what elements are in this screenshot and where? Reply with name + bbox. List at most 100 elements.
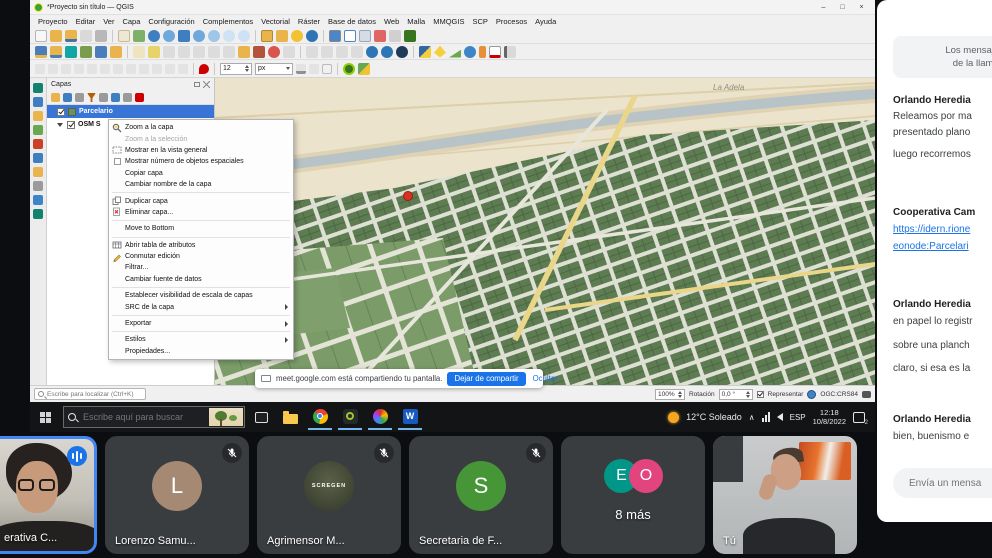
context-menu-item-copy-layer[interactable]: Copiar capa bbox=[109, 168, 293, 179]
context-menu-item-properties[interactable]: Propiedades... bbox=[109, 346, 293, 357]
task-view-icon[interactable] bbox=[255, 412, 268, 423]
weather-sun-icon[interactable] bbox=[668, 412, 679, 423]
maximize-button[interactable]: □ bbox=[833, 0, 852, 14]
cut-features-icon[interactable] bbox=[223, 46, 235, 58]
filter-legend-icon[interactable] bbox=[87, 93, 96, 102]
orange-figure-icon[interactable] bbox=[479, 46, 486, 58]
context-menu-item-rename-layer[interactable]: Cambiar nombre de la capa bbox=[109, 179, 293, 190]
new-project-icon[interactable] bbox=[35, 30, 47, 42]
zoom-in-icon[interactable] bbox=[148, 30, 160, 42]
font-size-spinner[interactable]: 12 bbox=[220, 63, 252, 75]
context-menu-item-filter[interactable]: Filtrar... bbox=[109, 262, 293, 273]
menu-scp[interactable]: SCP bbox=[468, 17, 491, 26]
close-button[interactable]: × bbox=[852, 0, 871, 14]
temporal-controller-icon[interactable] bbox=[291, 30, 303, 42]
delete-selected-icon[interactable] bbox=[208, 46, 220, 58]
chat-link[interactable]: https://idern.rione bbox=[893, 224, 992, 235]
layout-icon[interactable] bbox=[33, 167, 43, 177]
open-project-icon[interactable] bbox=[50, 30, 62, 42]
form-annotation-icon[interactable] bbox=[33, 153, 43, 163]
manage-map-themes-icon[interactable] bbox=[75, 93, 84, 102]
checkbox-icon[interactable] bbox=[114, 158, 121, 165]
context-menu-item-open-attribute-table[interactable]: Abrir tabla de atributos bbox=[109, 240, 293, 251]
participant-tile-agrimensor[interactable]: SCREGEN Agrimensor M... bbox=[257, 436, 401, 554]
map-canvas[interactable]: La Adela bbox=[215, 78, 875, 385]
context-menu-item-duplicate-layer[interactable]: Duplicar capa bbox=[109, 195, 293, 206]
zoom-out-icon[interactable] bbox=[163, 30, 175, 42]
pan-map-icon[interactable] bbox=[118, 30, 130, 42]
web-globe-lock-icon[interactable] bbox=[381, 46, 393, 58]
copy-features-icon[interactable] bbox=[238, 46, 250, 58]
menu-configuracion[interactable]: Configuración bbox=[144, 17, 198, 26]
label-tool-icon[interactable] bbox=[152, 64, 162, 74]
font-color-icon[interactable] bbox=[296, 64, 306, 74]
label-tool-icon[interactable] bbox=[87, 64, 97, 74]
locator-input[interactable] bbox=[47, 391, 142, 398]
refresh-icon[interactable] bbox=[306, 30, 318, 42]
menu-procesos[interactable]: Procesos bbox=[492, 17, 531, 26]
grayed-plugin-icon[interactable] bbox=[351, 46, 363, 58]
green-magnifier-icon[interactable] bbox=[343, 63, 355, 75]
context-menu-item-change-data-source[interactable]: Cambiar fuente de datos bbox=[109, 274, 293, 285]
context-menu-item-remove-layer[interactable]: Eliminar capa... bbox=[109, 207, 293, 218]
toggle-editing-icon[interactable] bbox=[148, 46, 160, 58]
add-vector-layer-icon[interactable] bbox=[50, 46, 62, 58]
menu-ayuda[interactable]: Ayuda bbox=[531, 17, 560, 26]
web-globe-dark-icon[interactable] bbox=[396, 46, 408, 58]
layer-styling-icon[interactable] bbox=[358, 63, 370, 75]
context-menu-item-export[interactable]: Exportar bbox=[109, 318, 293, 329]
zoom-next-icon[interactable] bbox=[238, 30, 250, 42]
context-menu-item-show-in-overview[interactable]: Mostrar en la vista general bbox=[109, 145, 293, 156]
save-edits-icon[interactable] bbox=[163, 46, 175, 58]
weather-text[interactable]: 12°C Soleado bbox=[686, 412, 742, 422]
selected-parcel-marker[interactable] bbox=[404, 192, 413, 201]
taskbar-clock[interactable]: 12:18 10/8/2022 bbox=[813, 408, 846, 426]
context-menu-item-layer-crs[interactable]: SRC de la capa bbox=[109, 301, 293, 312]
snapping-icon[interactable] bbox=[199, 64, 209, 74]
layer-checkbox[interactable] bbox=[57, 108, 65, 116]
label-tool-icon[interactable] bbox=[165, 64, 175, 74]
context-menu-item-move-to-bottom[interactable]: Move to Bottom bbox=[109, 223, 293, 234]
settings-gear-icon[interactable] bbox=[464, 46, 476, 58]
messages-log-icon[interactable] bbox=[862, 391, 871, 398]
label-tool-icon[interactable] bbox=[178, 64, 188, 74]
remove-layer-icon[interactable] bbox=[135, 93, 144, 102]
collapse-all-icon[interactable] bbox=[123, 93, 132, 102]
add-feature-icon[interactable] bbox=[178, 46, 190, 58]
current-edits-icon[interactable] bbox=[133, 46, 145, 58]
render-checkbox[interactable] bbox=[757, 391, 764, 398]
statistics-icon[interactable] bbox=[504, 46, 516, 58]
taskbar-app-qgis[interactable] bbox=[338, 404, 362, 430]
profile-chart-icon[interactable] bbox=[489, 46, 501, 58]
participant-tile-overflow[interactable]: E O 8 más bbox=[561, 436, 705, 554]
stop-sharing-button[interactable]: Dejar de compartir bbox=[447, 372, 525, 386]
undo-icon[interactable] bbox=[268, 46, 280, 58]
close-panel-icon[interactable] bbox=[203, 81, 210, 88]
label-tool-icon[interactable] bbox=[74, 64, 84, 74]
participant-tile-cooperativa[interactable]: erativa C... bbox=[0, 436, 97, 554]
label-tool-icon[interactable] bbox=[139, 64, 149, 74]
locator-box[interactable] bbox=[34, 388, 146, 400]
add-group-icon[interactable] bbox=[63, 93, 72, 102]
add-postgis-layer-icon[interactable] bbox=[95, 46, 107, 58]
menu-capa[interactable]: Capa bbox=[118, 17, 144, 26]
label-tool-icon[interactable] bbox=[126, 64, 136, 74]
undock-panel-icon[interactable] bbox=[194, 82, 200, 87]
network-icon[interactable] bbox=[762, 412, 770, 422]
search-highlight-image[interactable] bbox=[209, 408, 243, 426]
taskbar-search-input[interactable] bbox=[81, 411, 199, 423]
label-tool-icon[interactable] bbox=[100, 64, 110, 74]
shared-screen[interactable]: *Proyecto sin título — QGIS – □ × Proyec… bbox=[30, 0, 875, 432]
menu-mmqgis[interactable]: MMQGIS bbox=[429, 17, 468, 26]
start-button[interactable] bbox=[40, 412, 51, 423]
measure-icon[interactable] bbox=[389, 30, 401, 42]
processing-icon[interactable] bbox=[33, 195, 43, 205]
rotation-spinner[interactable]: 0,0 ° bbox=[719, 389, 753, 400]
taskbar-search[interactable] bbox=[63, 406, 245, 428]
crs-label[interactable]: OGC:CRS84 bbox=[820, 391, 858, 398]
context-menu-item-zoom-to-selection[interactable]: Zoom a la selección bbox=[109, 133, 293, 144]
menu-editar[interactable]: Editar bbox=[72, 17, 100, 26]
plugin-tool-icon[interactable] bbox=[33, 181, 43, 191]
vector-digitize-icon[interactable] bbox=[33, 83, 43, 93]
advanced-digitize-icon[interactable] bbox=[33, 97, 43, 107]
